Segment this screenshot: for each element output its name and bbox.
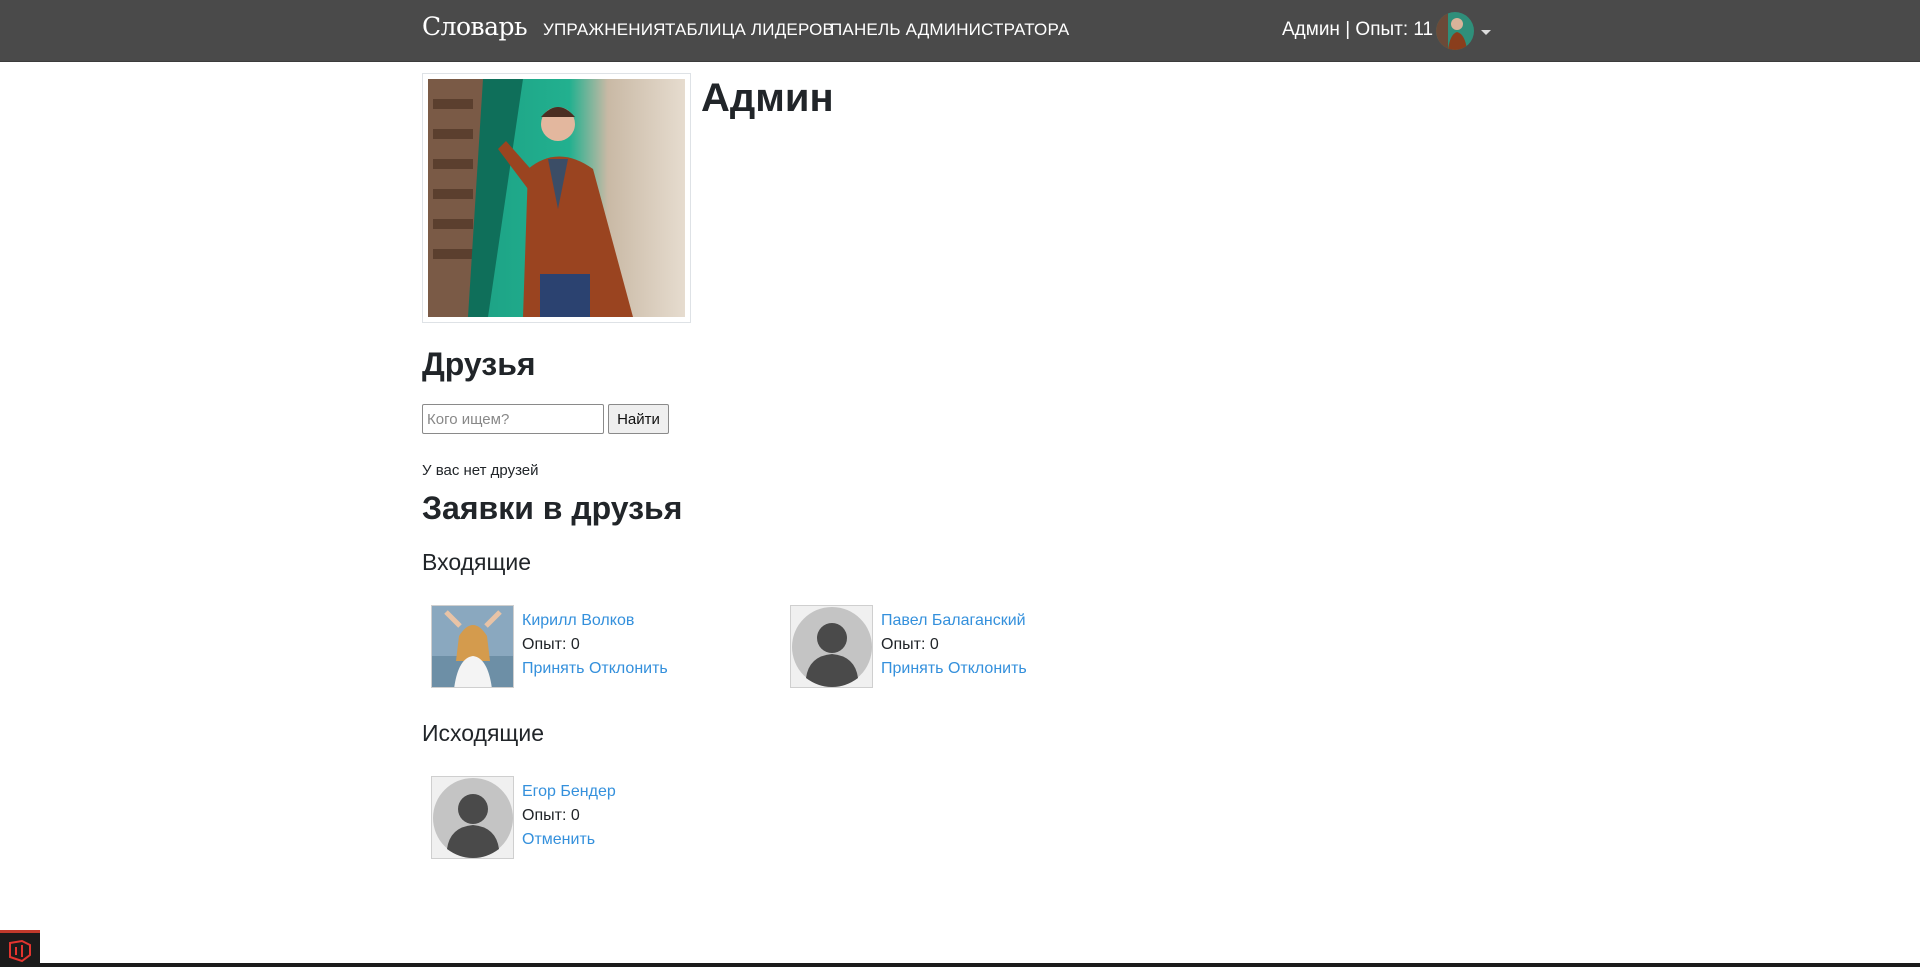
friend-requests-heading: Заявки в друзья [422, 490, 683, 526]
request-actions: Отменить [522, 831, 595, 849]
request-user-xp: Опыт: 0 [522, 807, 580, 824]
decline-link[interactable]: Отклонить [589, 660, 668, 677]
no-friends-text: У вас нет друзей [422, 462, 539, 479]
user-info[interactable]: Админ | Опыт: 11 [1282, 19, 1433, 41]
nav-link-admin-panel[interactable]: ПАНЕЛЬ АДМИНИСТРАТОРА [830, 20, 1069, 40]
brand-logo[interactable]: Словарь [422, 12, 528, 41]
outgoing-request-card: Егор Бендер Опыт: 0 Отменить [422, 776, 752, 861]
cancel-link[interactable]: Отменить [522, 831, 595, 848]
friends-heading: Друзья [422, 346, 536, 382]
request-user-name[interactable]: Павел Балаганский [881, 612, 1026, 630]
request-user-xp: Опыт: 0 [522, 636, 580, 653]
request-user-name[interactable]: Кирилл Волков [522, 612, 634, 630]
request-actions: Принять Отклонить [881, 660, 1027, 678]
avatar [431, 776, 514, 859]
request-actions: Принять Отклонить [522, 660, 668, 678]
incoming-request-card: Павел Балаганский Опыт: 0 Принять Отклон… [781, 605, 1111, 690]
avatar [790, 605, 873, 688]
top-navbar: Словарь УПРАЖНЕНИЯ ТАБЛИЦА ЛИДЕРОВ ПАНЕЛ… [0, 0, 1920, 62]
request-user-xp: Опыт: 0 [881, 636, 939, 653]
request-user-name[interactable]: Егор Бендер [522, 783, 616, 801]
friend-search-input[interactable] [422, 404, 604, 434]
search-button[interactable]: Найти [608, 404, 669, 434]
profile-name: Админ [701, 76, 834, 120]
chevron-down-icon[interactable] [1481, 30, 1491, 35]
incoming-request-card: Кирилл Волков Опыт: 0 Принять Отклонить [422, 605, 752, 690]
nav-link-leaderboard[interactable]: ТАБЛИЦА ЛИДЕРОВ [665, 20, 834, 40]
incoming-heading: Входящие [422, 549, 532, 575]
profile-photo [422, 73, 691, 323]
user-avatar[interactable] [1436, 12, 1474, 50]
bottom-bar [40, 963, 1920, 967]
avatar [431, 605, 514, 688]
debugbar-logo-icon[interactable] [0, 930, 40, 967]
decline-link[interactable]: Отклонить [948, 660, 1027, 677]
accept-link[interactable]: Принять [522, 660, 585, 677]
accept-link[interactable]: Принять [881, 660, 944, 677]
nav-link-exercises[interactable]: УПРАЖНЕНИЯ [543, 20, 666, 40]
outgoing-heading: Исходящие [422, 720, 544, 746]
